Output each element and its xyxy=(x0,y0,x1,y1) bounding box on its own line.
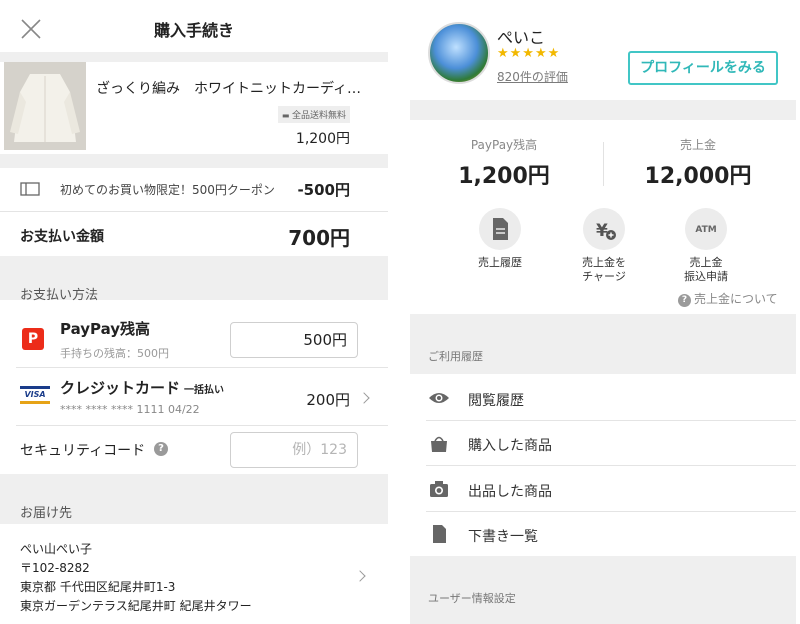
charge-sales-label: 売上金を チャージ xyxy=(582,256,626,283)
divider xyxy=(426,465,796,466)
coupon-text: 初めてのお買い物限定！500円クーポン xyxy=(60,183,275,197)
divider xyxy=(603,142,604,186)
postal-code: 〒102-8282 xyxy=(20,561,90,575)
product-name: ざっくり編み ホワイトニットカーディ… xyxy=(96,81,362,97)
withdraw-sales-label: 売上金 振込申請 xyxy=(684,256,728,283)
document-icon xyxy=(493,218,508,240)
credit-card-label[interactable]: クレジットカード 一括払い xyxy=(60,377,224,398)
yen-plus-icon: ¥ xyxy=(596,221,616,241)
chevron-right-icon[interactable] xyxy=(358,392,370,404)
list-item-label: 購入した商品 xyxy=(468,438,552,454)
sales-history-label: 売上履歴 xyxy=(478,256,522,269)
total-label: お支払い金額 xyxy=(20,229,104,245)
shipping-badge: ▬ 全品送料無料 xyxy=(277,106,350,123)
usage-history-section-header: ご利用履歴 xyxy=(410,314,796,374)
section-spacer xyxy=(0,154,388,168)
card-number: **** **** **** 1111 04/22 xyxy=(60,403,200,416)
checkout-header: 購入手続き xyxy=(0,0,388,52)
sales-label: 売上金 xyxy=(679,138,716,152)
payment-plan: 一括払い xyxy=(184,385,225,396)
product-price: 1,200円 xyxy=(295,131,350,147)
sales-history-button[interactable] xyxy=(479,208,521,250)
address-line-1: 東京都 千代田区紀尾井町1-3 xyxy=(20,580,176,594)
paypay-icon: P xyxy=(22,328,44,350)
truck-icon: ▬ xyxy=(281,111,292,120)
payment-section-header: お支払い方法 xyxy=(0,256,388,303)
coupon-discount: -500円 xyxy=(297,181,350,199)
page-title: 購入手続き xyxy=(153,21,234,40)
mypage-screen: ぺいこ ★★★★★ 820件の評価 プロフィールをみる PayPay残高 1,2… xyxy=(410,0,796,624)
help-icon[interactable]: ? xyxy=(154,442,168,456)
atm-icon: ATM xyxy=(695,225,716,235)
recipient-name: ぺい山ぺい子 xyxy=(20,542,93,556)
user-settings-section-header: ユーザー情報設定 xyxy=(410,556,796,624)
about-sales-link[interactable]: ? 売上金について xyxy=(678,290,778,307)
list-item-drafts[interactable]: 下書き一覧 xyxy=(410,512,796,556)
checkout-screen: 購入手続き ざっくり編み ホワイトニットカーディ… ▬ 全品送料無料 1,200… xyxy=(0,0,388,624)
help-icon: ? xyxy=(678,294,691,307)
view-profile-button[interactable]: プロフィールをみる xyxy=(628,51,778,85)
security-code-input[interactable]: 例）123 xyxy=(230,432,358,468)
svg-text:¥: ¥ xyxy=(596,221,608,241)
section-spacer xyxy=(410,100,796,120)
avatar[interactable] xyxy=(428,22,490,84)
sales-value: 12,000円 xyxy=(644,164,752,189)
withdraw-sales-button[interactable]: ATM xyxy=(685,208,727,250)
paypay-available-balance: 手持ちの残高：500円 xyxy=(60,347,169,360)
svg-text:ATM: ATM xyxy=(695,225,716,235)
list-item-label: 下書き一覧 xyxy=(468,529,538,545)
divider xyxy=(16,367,388,368)
chevron-right-icon[interactable] xyxy=(354,570,366,582)
list-item-browsing-history[interactable]: 閲覧履歴 xyxy=(410,376,796,420)
credit-amount: 200円 xyxy=(306,391,350,409)
paypay-amount-input[interactable]: 500円 xyxy=(230,322,358,358)
user-name: ぺいこ xyxy=(497,28,546,47)
review-count-link[interactable]: 820件の評価 xyxy=(497,68,568,85)
product-thumbnail xyxy=(4,62,86,150)
list-item-label: 閲覧履歴 xyxy=(468,393,524,409)
list-item-label: 出品した商品 xyxy=(468,484,552,500)
paypay-balance-label: PayPay残高 xyxy=(470,138,538,152)
document-icon xyxy=(433,525,446,543)
total-amount: 700円 xyxy=(288,226,350,250)
camera-icon xyxy=(430,481,448,497)
address-line-2: 東京ガーデンテラス紀尾井町 紀尾井タワー xyxy=(20,599,252,613)
list-item-purchased[interactable]: 購入した商品 xyxy=(410,421,796,465)
shipping-section-header: お届け先 xyxy=(0,474,388,524)
shipping-address[interactable]: ぺい山ぺい子 〒102-8282 東京都 千代田区紀尾井町1-3 東京ガーデンテ… xyxy=(20,540,252,616)
coupon-row[interactable]: 初めてのお買い物限定！500円クーポン -500円 xyxy=(0,168,388,210)
visa-icon: VISA xyxy=(20,386,50,404)
shopping-bag-icon xyxy=(431,436,447,452)
section-spacer xyxy=(0,52,388,62)
divider xyxy=(16,425,388,426)
eye-icon xyxy=(429,393,449,403)
list-item-listed[interactable]: 出品した商品 xyxy=(410,467,796,511)
security-code-label: セキュリティコード xyxy=(20,443,146,459)
total-row: お支払い金額 700円 xyxy=(0,212,388,256)
paypay-balance-value: 1,200円 xyxy=(458,164,550,189)
coupon-icon xyxy=(20,182,40,196)
charge-sales-button[interactable]: ¥ xyxy=(583,208,625,250)
rating-stars: ★★★★★ xyxy=(497,46,561,61)
product-summary[interactable]: ざっくり編み ホワイトニットカーディ… ▬ 全品送料無料 1,200円 xyxy=(0,62,388,154)
paypay-label: PayPay残高 xyxy=(60,320,151,338)
